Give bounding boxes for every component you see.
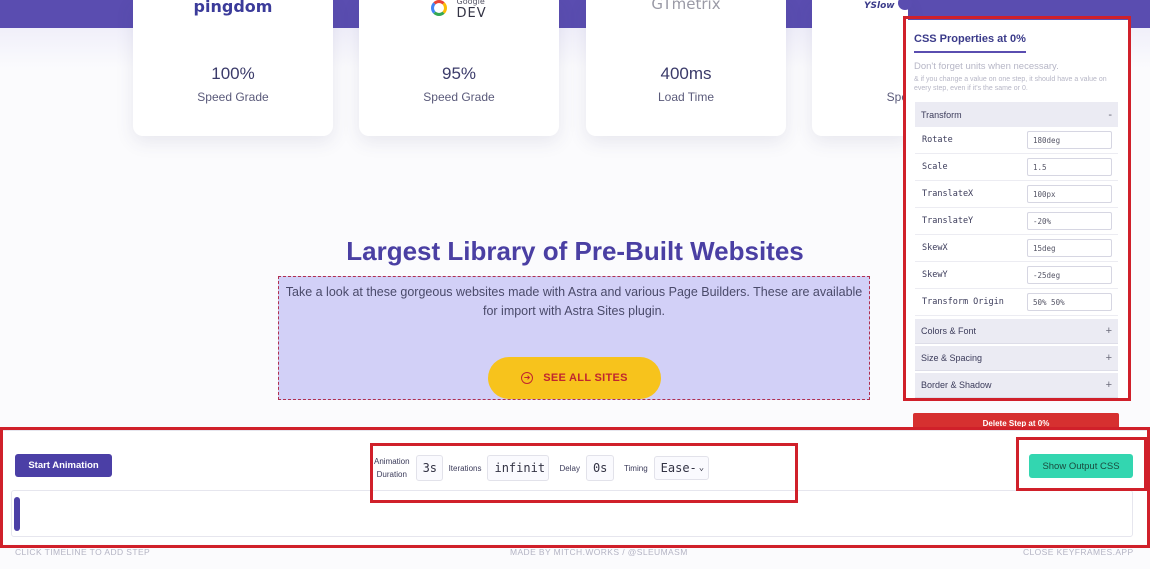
iterations-input[interactable]: infinit bbox=[487, 455, 550, 481]
arrow-circle-icon: ➜ bbox=[521, 372, 534, 384]
duration-input[interactable]: 3s bbox=[415, 455, 443, 481]
translatey-input[interactable] bbox=[1027, 212, 1112, 230]
iterations-label: Iterations bbox=[448, 463, 482, 473]
dev-logo-text: DEV bbox=[456, 6, 487, 21]
skewx-input[interactable] bbox=[1027, 239, 1112, 257]
hero-selected-block[interactable]: Take a look at these gorgeous websites m… bbox=[278, 276, 870, 400]
start-animation-button[interactable]: Start Animation bbox=[15, 454, 112, 477]
pingdom-logo: pingdom bbox=[193, 0, 273, 16]
stat-value: 400ms bbox=[660, 64, 712, 83]
stat-label: Spe bbox=[886, 90, 908, 104]
prop-label: TranslateY bbox=[922, 216, 974, 226]
panel-note: & if you change a value on one step, it … bbox=[914, 76, 1107, 92]
prop-label: Rotate bbox=[922, 135, 953, 145]
stat-label: Speed Grade bbox=[197, 90, 269, 104]
border-shadow-section[interactable]: Border & Shadow + bbox=[915, 373, 1118, 398]
prop-row-skewy: SkewY bbox=[915, 262, 1118, 289]
transform-label: Transform bbox=[921, 109, 962, 120]
prop-row-transform-origin: Transform Origin bbox=[915, 289, 1118, 316]
colors-font-section[interactable]: Colors & Font + bbox=[915, 319, 1118, 344]
google-dev-icon bbox=[431, 0, 448, 16]
duration-label-line-1: Animation bbox=[374, 457, 410, 466]
google-dev-logo: Google DEV bbox=[359, 0, 559, 20]
duration-label: Animation Duration bbox=[374, 455, 410, 481]
timing-value: Ease- bbox=[660, 461, 697, 475]
skewy-input[interactable] bbox=[1027, 266, 1112, 284]
prop-row-skewx: SkewX bbox=[915, 235, 1118, 262]
duration-label-line-2: Duration bbox=[376, 470, 407, 479]
prop-label: Scale bbox=[922, 162, 948, 172]
stat-card-yslow: YSlow Spe bbox=[812, 0, 912, 136]
expand-icon[interactable]: + bbox=[1106, 325, 1112, 337]
stat-value: 100% bbox=[211, 64, 255, 83]
delete-step-button[interactable]: Delete Step at 0% bbox=[913, 413, 1119, 427]
expand-icon[interactable]: + bbox=[1106, 352, 1112, 364]
see-all-sites-label: SEE ALL SITES bbox=[543, 372, 628, 384]
size-spacing-label: Size & Spacing bbox=[921, 353, 983, 363]
transform-section: Transform - Rotate Scale TranslateX Tran… bbox=[915, 102, 1118, 316]
css-properties-panel: CSS Properties at 0% Don't forget units … bbox=[906, 20, 1129, 398]
stat-card-pingdom: pingdom 100% Speed Grade bbox=[133, 0, 333, 136]
delay-label: Delay bbox=[559, 463, 580, 473]
close-app-link[interactable]: CLOSE KEYFRAMES.APP bbox=[1023, 547, 1134, 557]
yslow-logo: YSlow bbox=[864, 1, 895, 11]
timeline-hint: CLICK TIMELINE TO ADD STEP bbox=[15, 547, 151, 557]
scale-input[interactable] bbox=[1027, 158, 1112, 176]
credits-link[interactable]: MADE BY MITCH.WORKS / @SLEUMASM bbox=[510, 547, 688, 557]
size-spacing-section[interactable]: Size & Spacing + bbox=[915, 346, 1118, 371]
stat-card-gtmetrix: GTmetrix 400ms Load Time bbox=[586, 0, 786, 136]
border-shadow-label: Border & Shadow bbox=[921, 380, 992, 390]
show-output-css-button[interactable]: Show Output CSS bbox=[1029, 454, 1133, 478]
timing-select[interactable]: Ease- ⌄ bbox=[653, 456, 710, 480]
prop-label: TranslateX bbox=[922, 189, 974, 199]
prop-row-translatey: TranslateY bbox=[915, 208, 1118, 235]
hero-description: Take a look at these gorgeous websites m… bbox=[285, 285, 863, 318]
see-all-sites-button[interactable]: ➜ SEE ALL SITES bbox=[488, 357, 661, 399]
panel-hint: Don't forget units when necessary. bbox=[914, 61, 1059, 72]
colors-font-header[interactable]: Colors & Font + bbox=[915, 319, 1118, 344]
collapse-icon[interactable]: - bbox=[1108, 109, 1112, 121]
size-spacing-header[interactable]: Size & Spacing + bbox=[915, 346, 1118, 371]
gtmetrix-logo: GTmetrix bbox=[651, 0, 721, 13]
timing-label: Timing bbox=[623, 463, 648, 473]
prop-label: SkewY bbox=[922, 270, 948, 280]
prop-row-rotate: Rotate bbox=[915, 127, 1118, 154]
stat-card-google-dev: Google DEV 95% Speed Grade bbox=[359, 0, 559, 136]
colors-font-label: Colors & Font bbox=[921, 326, 977, 336]
transform-origin-input[interactable] bbox=[1027, 293, 1112, 311]
translatex-input[interactable] bbox=[1027, 185, 1112, 203]
timeline-step-handle[interactable] bbox=[14, 497, 20, 531]
prop-label: Transform Origin bbox=[922, 297, 1004, 307]
prop-row-translatex: TranslateX bbox=[915, 181, 1118, 208]
prop-label: SkewX bbox=[922, 243, 948, 253]
transform-header[interactable]: Transform - bbox=[915, 102, 1118, 127]
border-shadow-header[interactable]: Border & Shadow + bbox=[915, 373, 1118, 398]
panel-title: CSS Properties at 0% bbox=[914, 33, 1026, 53]
delay-input[interactable]: 0s bbox=[585, 455, 614, 481]
animation-controls: Animation Duration 3s Iterations infinit… bbox=[374, 448, 710, 488]
expand-icon[interactable]: + bbox=[1106, 379, 1112, 391]
stat-label: Speed Grade bbox=[423, 90, 495, 104]
stat-label: Load Time bbox=[657, 90, 715, 104]
page-title: Largest Library of Pre-Built Websites bbox=[346, 236, 804, 266]
chevron-down-icon: ⌄ bbox=[698, 463, 705, 473]
timeline[interactable] bbox=[11, 490, 1133, 537]
stat-value: 95% bbox=[441, 64, 477, 83]
prop-row-scale: Scale bbox=[915, 154, 1118, 181]
rotate-input[interactable] bbox=[1027, 131, 1112, 149]
